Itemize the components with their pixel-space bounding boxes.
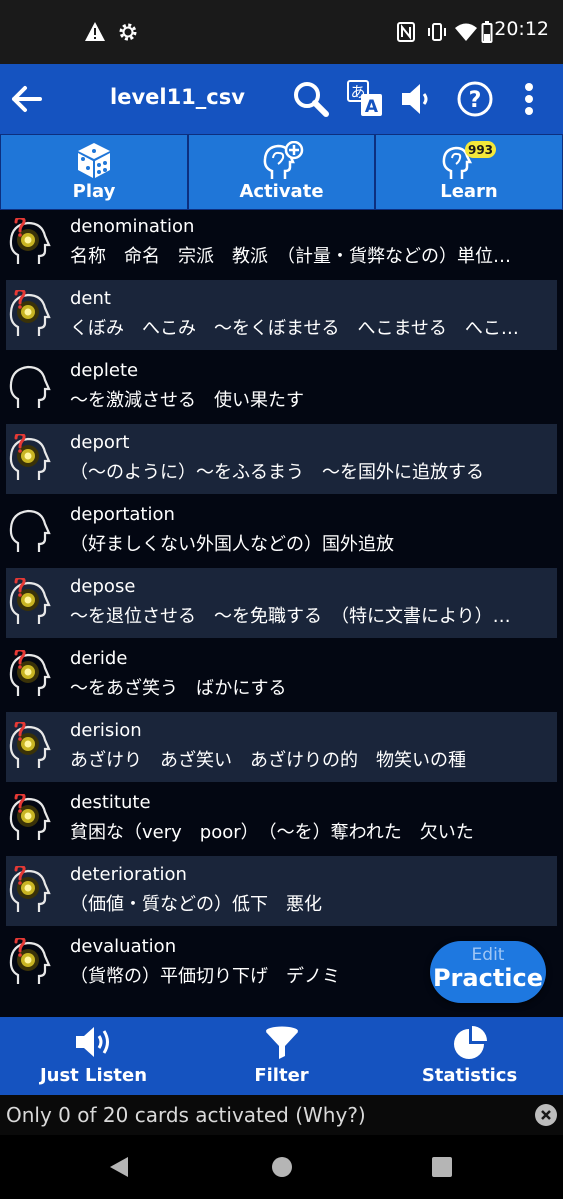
nav-recents-icon[interactable] [431,1156,453,1178]
card-word: derision [70,720,142,741]
card-word: depose [70,576,136,597]
brain-head-active-icon[interactable] [8,722,52,772]
svg-text:A: A [365,97,379,117]
search-button[interactable] [288,76,334,122]
speaker-icon [402,84,428,114]
card-row-deport[interactable]: deport （～のように）～をふるまう ～を国外に追放する [0,424,563,496]
card-meaning: （～のように）～をふるまう ～を国外に追放する [70,462,484,483]
filter-button[interactable]: Filter [188,1017,375,1095]
help-icon: ? [457,81,493,117]
card-row-deterioration[interactable]: deterioration （価値・質などの）低下 悪化 [0,856,563,928]
card-word: deterioration [70,864,187,885]
card-meaning: くぼみ へこみ ～をくぼませる へこませる へこ… [70,318,519,339]
practice-edit-label[interactable]: Edit [430,941,546,965]
brain-head-active-icon[interactable] [8,794,52,844]
activate-label: Activate [239,181,324,202]
card-row-derision[interactable]: derision あざけり あざ笑い あざけりの的 物笑いの種 [0,712,563,784]
activate-button[interactable]: Activate [189,135,374,209]
status-time: 20:12 [494,18,549,40]
card-meaning: 貧困な（very poor） （～を）奪われた 欠いた [70,822,474,843]
learn-badge: 993 [468,143,493,157]
card-word: denomination [70,216,195,237]
card-word: devaluation [70,936,177,957]
learn-label: Learn [440,181,498,202]
card-meaning: ～を激減させる 使い果たす [70,390,304,411]
card-meaning: ～を退位させる ～を免職する （特に文書により）… [70,606,511,627]
card-row-dent[interactable]: dent くぼみ へこみ ～をくぼませる へこませる へこ… [0,280,563,352]
activation-notice: Only 0 of 20 cards activated (Why?) [0,1095,563,1135]
settings-gear-icon [119,23,137,41]
card-meaning: 名称 命名 宗派 教派 （計量・貨弊などの）単位… [70,246,511,267]
status-bar: 20:12 [0,0,563,64]
activate-head-plus-icon [263,141,303,179]
head-outline-icon[interactable] [8,362,52,412]
card-meaning: ～をあざ笑う ばかにする [70,678,287,699]
battery-icon [481,21,493,43]
brain-head-active-icon[interactable] [8,218,52,268]
mode-tabs: Play Activate 993 Learn [0,134,563,210]
head-outline-icon[interactable] [8,506,52,556]
card-word: dent [70,288,111,309]
svg-text:?: ? [469,88,482,113]
practice-label: Practice [432,964,544,992]
statistics-button[interactable]: Statistics [376,1017,563,1095]
search-icon [294,82,329,117]
wifi-icon [455,23,477,41]
card-word: destitute [70,792,151,813]
overflow-menu-button[interactable] [506,76,552,122]
notice-close-button[interactable] [535,1104,557,1126]
nav-home-icon[interactable] [271,1156,293,1178]
practice-fab[interactable]: Edit Practice [430,941,546,1003]
warning-icon [85,22,105,41]
system-nav-bar [0,1135,563,1199]
back-button[interactable] [4,76,50,122]
card-word: deride [70,648,128,669]
learn-button[interactable]: 993 Learn [376,135,562,209]
speaker-waves-icon [75,1027,109,1057]
card-row-destitute[interactable]: destitute 貧困な（very poor） （～を）奪われた 欠いた [0,784,563,856]
vibrate-icon [428,23,446,41]
play-button[interactable]: Play [1,135,187,209]
speaker-button[interactable] [393,76,439,122]
nfc-icon [397,22,415,42]
dice-icon [78,143,110,178]
play-label: Play [72,181,116,202]
more-vert-icon [525,83,533,115]
card-row-depose[interactable]: depose ～を退位させる ～を免職する （特に文書により）… [0,568,563,640]
brain-head-active-icon[interactable] [8,578,52,628]
card-row-deride[interactable]: deride ～をあざ笑う ばかにする [0,640,563,712]
nav-back-icon[interactable] [108,1155,130,1179]
translate-button[interactable]: あ A [342,76,388,122]
translate-icon: あ A [347,80,382,117]
help-button[interactable]: ? [452,76,498,122]
filter-label: Filter [254,1065,309,1086]
app-title: level11_csv [110,85,245,109]
app-bar: level11_csv あ A ? [0,64,563,134]
learn-head-icon: 993 [442,141,496,179]
filter-funnel-icon [265,1026,298,1059]
card-list[interactable]: denomination 名称 命名 宗派 教派 （計量・貨弊などの）単位… den… [0,210,563,1017]
just-listen-button[interactable]: Just Listen [0,1017,187,1095]
card-meaning: あざけり あざ笑い あざけりの的 物笑いの種 [70,750,466,771]
card-word: deportation [70,504,175,525]
back-arrow-icon [12,86,42,112]
card-meaning: （価値・質などの）低下 悪化 [70,894,322,915]
just-listen-label: Just Listen [39,1065,148,1086]
brain-head-active-icon[interactable] [8,938,52,988]
statistics-label: Statistics [421,1065,518,1086]
pie-chart-icon [453,1026,487,1059]
brain-head-active-icon[interactable] [8,866,52,916]
notice-text[interactable]: Only 0 of 20 cards activated (Why?) [6,1103,366,1127]
card-row-deplete[interactable]: deplete ～を激減させる 使い果たす [0,352,563,424]
card-row-deportation[interactable]: deportation （好ましくない外国人などの）国外追放 [0,496,563,568]
card-word: deport [70,432,130,453]
brain-head-active-icon[interactable] [8,434,52,484]
bottom-bar: Just Listen Filter Statistics [0,1017,563,1095]
brain-head-active-icon[interactable] [8,290,52,340]
brain-head-active-icon[interactable] [8,650,52,700]
card-row-denomination[interactable]: denomination 名称 命名 宗派 教派 （計量・貨弊などの）単位… [0,210,563,280]
card-word: deplete [70,360,139,381]
card-meaning: （好ましくない外国人などの）国外追放 [70,534,394,555]
close-icon [541,1110,551,1120]
